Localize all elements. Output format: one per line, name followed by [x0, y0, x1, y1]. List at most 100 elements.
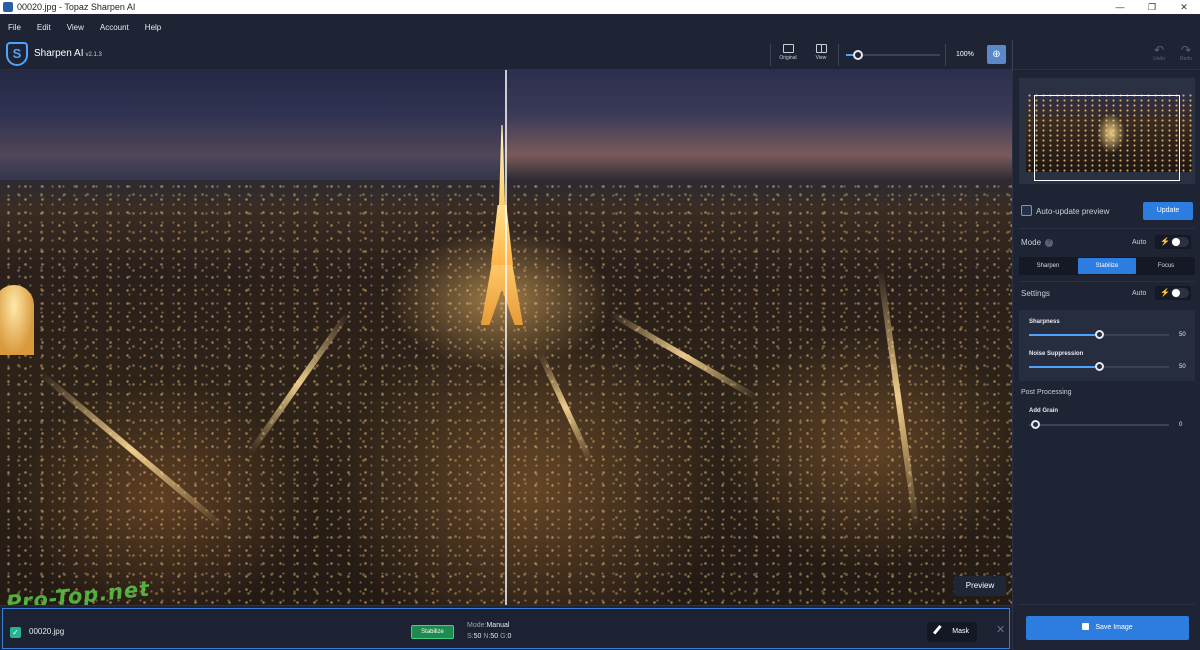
toggle-knob: [1171, 237, 1189, 247]
view-mode-button[interactable]: View: [807, 44, 835, 61]
navigator-viewport[interactable]: [1034, 95, 1180, 181]
mode-auto-toggle[interactable]: ⚡: [1155, 235, 1191, 249]
window-title: 00020.jpg - Topaz Sharpen AI: [17, 2, 136, 12]
maximize-button[interactable]: ❐: [1136, 2, 1168, 13]
menu-bar: File Edit View Account Help: [0, 14, 1200, 40]
app-name-label: Sharpen AI: [34, 48, 84, 59]
sharpness-label: Sharpness: [1029, 319, 1060, 325]
settings-box: Sharpness 50 Noise Suppression 50: [1019, 310, 1195, 381]
minimize-button[interactable]: —: [1104, 2, 1136, 13]
toolbar-divider: [770, 44, 771, 66]
toggle-knob: [1171, 288, 1189, 298]
sharpness-knob[interactable]: [1095, 330, 1104, 339]
sharpness-fill: [1029, 334, 1099, 336]
undo-icon: ↶: [1153, 43, 1165, 57]
tab-stabilize[interactable]: Stabilize: [1078, 258, 1136, 274]
settings-auto-toggle[interactable]: ⚡: [1155, 286, 1191, 300]
n-value: 50: [490, 633, 499, 640]
settings-label: Settings: [1021, 289, 1050, 298]
g-label: G:: [500, 633, 508, 640]
noise-suppression-label: Noise Suppression: [1029, 351, 1084, 357]
app-version: v2.1.3: [85, 52, 102, 58]
add-grain-value: 0: [1179, 422, 1183, 428]
file-card[interactable]: ✓ 00020.jpg Stabilize Mode:Manual S:50 N…: [2, 608, 1010, 649]
view-icon: [815, 44, 827, 53]
noise-suppression-fill: [1029, 366, 1099, 368]
auto-update-checkbox[interactable]: [1021, 205, 1032, 216]
menu-view[interactable]: View: [67, 23, 84, 32]
divider: [1019, 604, 1195, 605]
window-close-button[interactable]: ✕: [1168, 2, 1200, 13]
file-name: 00020.jpg: [29, 627, 65, 636]
mode-prefix: Mode:: [467, 622, 487, 629]
redo-label: Redo: [1180, 56, 1192, 62]
help-icon[interactable]: ?: [1045, 238, 1054, 247]
eiffel-tower: [481, 125, 523, 325]
redo-button[interactable]: ↷ Redo: [1177, 44, 1195, 62]
toolbar-divider: [1012, 40, 1013, 70]
toolbar: S Sharpen AI v2.1.3 Original View: [0, 40, 1200, 70]
zoom-slider-knob[interactable]: [853, 50, 863, 60]
compare-divider[interactable]: [505, 70, 507, 605]
mode-badge: Stabilize: [411, 625, 454, 639]
settings-auto-label: Auto: [1132, 290, 1147, 297]
zoom-level: 100%: [956, 51, 974, 58]
mode-tabs: Sharpen Stabilize Focus: [1019, 257, 1195, 275]
mode-label: Mode: [1021, 238, 1042, 247]
tab-focus[interactable]: Focus: [1137, 257, 1195, 275]
mask-label: Mask: [952, 628, 969, 635]
preview-button[interactable]: Preview: [954, 576, 1006, 596]
disk-icon: [1082, 623, 1090, 630]
auto-update-label: Auto-update preview: [1036, 207, 1110, 216]
noise-suppression-value: 50: [1179, 364, 1186, 370]
menu-edit[interactable]: Edit: [37, 23, 51, 32]
brush-icon: [932, 624, 948, 640]
add-grain-knob[interactable]: [1031, 420, 1040, 429]
update-button[interactable]: Update: [1143, 202, 1193, 220]
right-panel: Auto-update preview Update Mode? Auto ⚡ …: [1012, 70, 1200, 650]
divider: [1019, 228, 1195, 229]
window-titlebar: 00020.jpg - Topaz Sharpen AI — ❐ ✕: [0, 0, 1200, 14]
mode-value: Manual: [486, 622, 510, 629]
checkbox-icon[interactable]: ✓: [10, 627, 21, 638]
original-icon: [782, 44, 794, 53]
sharpness-value: 50: [1179, 332, 1186, 338]
tower-middle: [491, 205, 513, 265]
toolbar-divider: [838, 44, 839, 66]
save-image-label: Save Image: [1095, 624, 1133, 631]
add-grain-slider[interactable]: [1029, 424, 1169, 426]
undo-button[interactable]: ↶ Undo: [1150, 44, 1168, 62]
menu-help[interactable]: Help: [145, 23, 161, 32]
original-view-button[interactable]: Original: [774, 44, 802, 61]
post-processing-label: Post Processing: [1021, 389, 1072, 396]
s-value: 50: [473, 633, 482, 640]
menu-file[interactable]: File: [8, 23, 21, 32]
mode-auto-label: Auto: [1132, 239, 1147, 246]
mode-section: Mode?: [1021, 238, 1054, 247]
divider: [1019, 281, 1195, 282]
mode-info: Mode:Manual S:50 N:50 G:0: [467, 620, 511, 642]
zoom-in-icon[interactable]: ⊕: [987, 45, 1006, 64]
add-grain-label: Add Grain: [1029, 408, 1059, 414]
s-label: S:: [467, 633, 474, 640]
bolt-icon: ⚡: [1160, 288, 1170, 297]
invalides-dome: [0, 285, 34, 355]
menu-account[interactable]: Account: [100, 23, 129, 32]
g-value: 0: [507, 633, 512, 640]
image-canvas[interactable]: Preview: [0, 70, 1012, 605]
bolt-icon: ⚡: [1160, 237, 1170, 246]
view-label: View: [815, 55, 827, 61]
app-name: Sharpen AI v2.1.3: [34, 48, 102, 59]
close-icon[interactable]: ✕: [996, 623, 1005, 636]
tower-base: [481, 265, 523, 325]
save-image-button[interactable]: Save Image: [1026, 616, 1189, 640]
redo-icon: ↷: [1180, 43, 1192, 57]
app-logo-icon: S: [6, 42, 28, 66]
status-bar: ✓ 00020.jpg Stabilize Mode:Manual S:50 N…: [0, 605, 1012, 650]
original-label: Original: [779, 55, 797, 61]
toolbar-divider: [945, 44, 946, 66]
noise-suppression-knob[interactable]: [1095, 362, 1104, 371]
tab-sharpen[interactable]: Sharpen: [1019, 257, 1077, 275]
mask-button[interactable]: Mask: [927, 622, 977, 642]
app-window-icon: [3, 2, 13, 12]
